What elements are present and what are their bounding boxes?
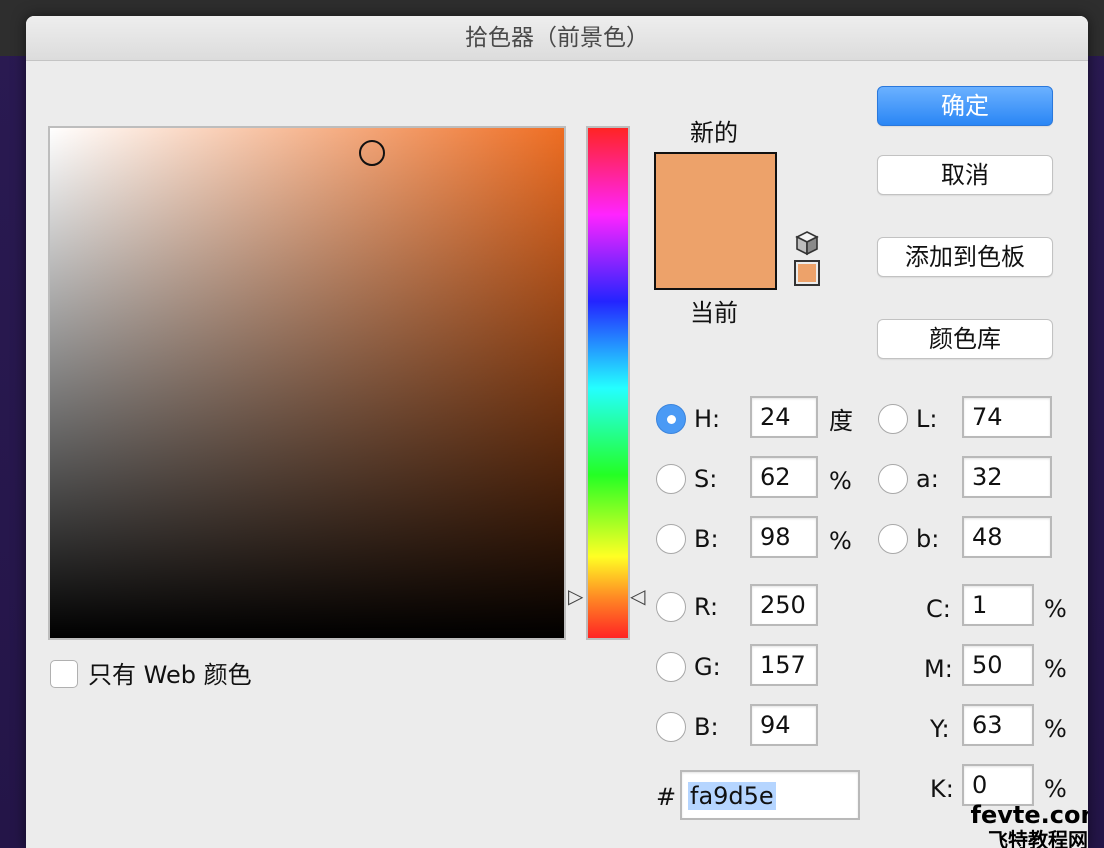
current-color-label: 当前 bbox=[690, 299, 738, 327]
saturation-field[interactable]: 62 bbox=[750, 456, 818, 498]
black-label: K: bbox=[930, 775, 954, 803]
lab-l-label: L: bbox=[916, 405, 938, 433]
green-radio[interactable] bbox=[656, 652, 686, 682]
red-field[interactable]: 250 bbox=[750, 584, 818, 626]
hue-radio[interactable] bbox=[656, 404, 686, 434]
hue-label: H: bbox=[694, 405, 721, 433]
cancel-button[interactable]: 取消 bbox=[877, 155, 1053, 195]
hue-slider[interactable] bbox=[586, 126, 630, 640]
cyan-label: C: bbox=[926, 595, 951, 623]
brightness-unit: % bbox=[829, 527, 852, 555]
web-colors-only-checkbox[interactable] bbox=[50, 660, 78, 688]
brightness-field[interactable]: 98 bbox=[750, 516, 818, 558]
lab-a-radio[interactable] bbox=[878, 464, 908, 494]
hue-field[interactable]: 24 bbox=[750, 396, 818, 438]
new-color-swatch bbox=[656, 154, 775, 221]
green-field[interactable]: 157 bbox=[750, 644, 818, 686]
green-label: G: bbox=[694, 653, 721, 681]
saturation-brightness-field[interactable] bbox=[48, 126, 566, 640]
cyan-unit: % bbox=[1044, 595, 1067, 623]
black-unit: % bbox=[1044, 775, 1067, 803]
magenta-field[interactable]: 50 bbox=[962, 644, 1034, 686]
out-of-gamut-cube-icon[interactable] bbox=[794, 230, 820, 256]
yellow-field[interactable]: 63 bbox=[962, 704, 1034, 746]
ok-button[interactable]: 确定 bbox=[877, 86, 1053, 126]
hue-unit: 度 bbox=[829, 407, 853, 435]
lab-b-radio[interactable] bbox=[878, 524, 908, 554]
title-bar: 拾色器（前景色） bbox=[26, 16, 1088, 61]
color-picker-dialog: 拾色器（前景色） ▷ ◁ 新的 当前 确定 取消 添加到色板 颜色库 H: 24… bbox=[26, 16, 1088, 848]
saturation-label: S: bbox=[694, 465, 718, 493]
lab-a-label: a: bbox=[916, 465, 939, 493]
cyan-field[interactable]: 1 bbox=[962, 584, 1034, 626]
hex-value: fa9d5e bbox=[688, 782, 776, 810]
magenta-unit: % bbox=[1044, 655, 1067, 683]
black-field[interactable]: 0 bbox=[962, 764, 1034, 806]
new-color-label: 新的 bbox=[690, 119, 738, 147]
lab-l-radio[interactable] bbox=[878, 404, 908, 434]
yellow-label: Y: bbox=[930, 715, 950, 743]
color-libraries-button[interactable]: 颜色库 bbox=[877, 319, 1053, 359]
add-to-swatches-button[interactable]: 添加到色板 bbox=[877, 237, 1053, 277]
hex-label: # bbox=[656, 783, 677, 811]
color-swatch bbox=[654, 152, 777, 290]
watermark-domain: fevte.com bbox=[970, 801, 1088, 829]
blue-field[interactable]: 94 bbox=[750, 704, 818, 746]
brightness-radio[interactable] bbox=[656, 524, 686, 554]
watermark-name: 飞特教程网 bbox=[988, 828, 1088, 848]
web-safe-color-icon[interactable] bbox=[794, 260, 820, 286]
color-picker-circle[interactable] bbox=[359, 140, 385, 166]
dialog-title: 拾色器（前景色） bbox=[465, 25, 649, 51]
current-color-swatch[interactable] bbox=[656, 221, 775, 288]
web-colors-only-label: 只有 Web 颜色 bbox=[88, 661, 252, 689]
blue-radio[interactable] bbox=[656, 712, 686, 742]
lab-b-label: b: bbox=[916, 525, 940, 553]
lab-a-field[interactable]: 32 bbox=[962, 456, 1052, 498]
saturation-unit: % bbox=[829, 467, 852, 495]
saturation-radio[interactable] bbox=[656, 464, 686, 494]
blue-label: B: bbox=[694, 713, 719, 741]
lab-l-field[interactable]: 74 bbox=[962, 396, 1052, 438]
red-radio[interactable] bbox=[656, 592, 686, 622]
brightness-label: B: bbox=[694, 525, 719, 553]
magenta-label: M: bbox=[924, 655, 953, 683]
hex-field[interactable]: fa9d5e bbox=[680, 770, 860, 820]
hue-slider-left-arrow-icon[interactable]: ▷ bbox=[568, 586, 583, 606]
yellow-unit: % bbox=[1044, 715, 1067, 743]
hue-slider-right-arrow-icon[interactable]: ◁ bbox=[630, 586, 645, 606]
lab-b-field[interactable]: 48 bbox=[962, 516, 1052, 558]
red-label: R: bbox=[694, 593, 719, 621]
watermark: fevte.com 飞特教程网 bbox=[968, 802, 1088, 848]
